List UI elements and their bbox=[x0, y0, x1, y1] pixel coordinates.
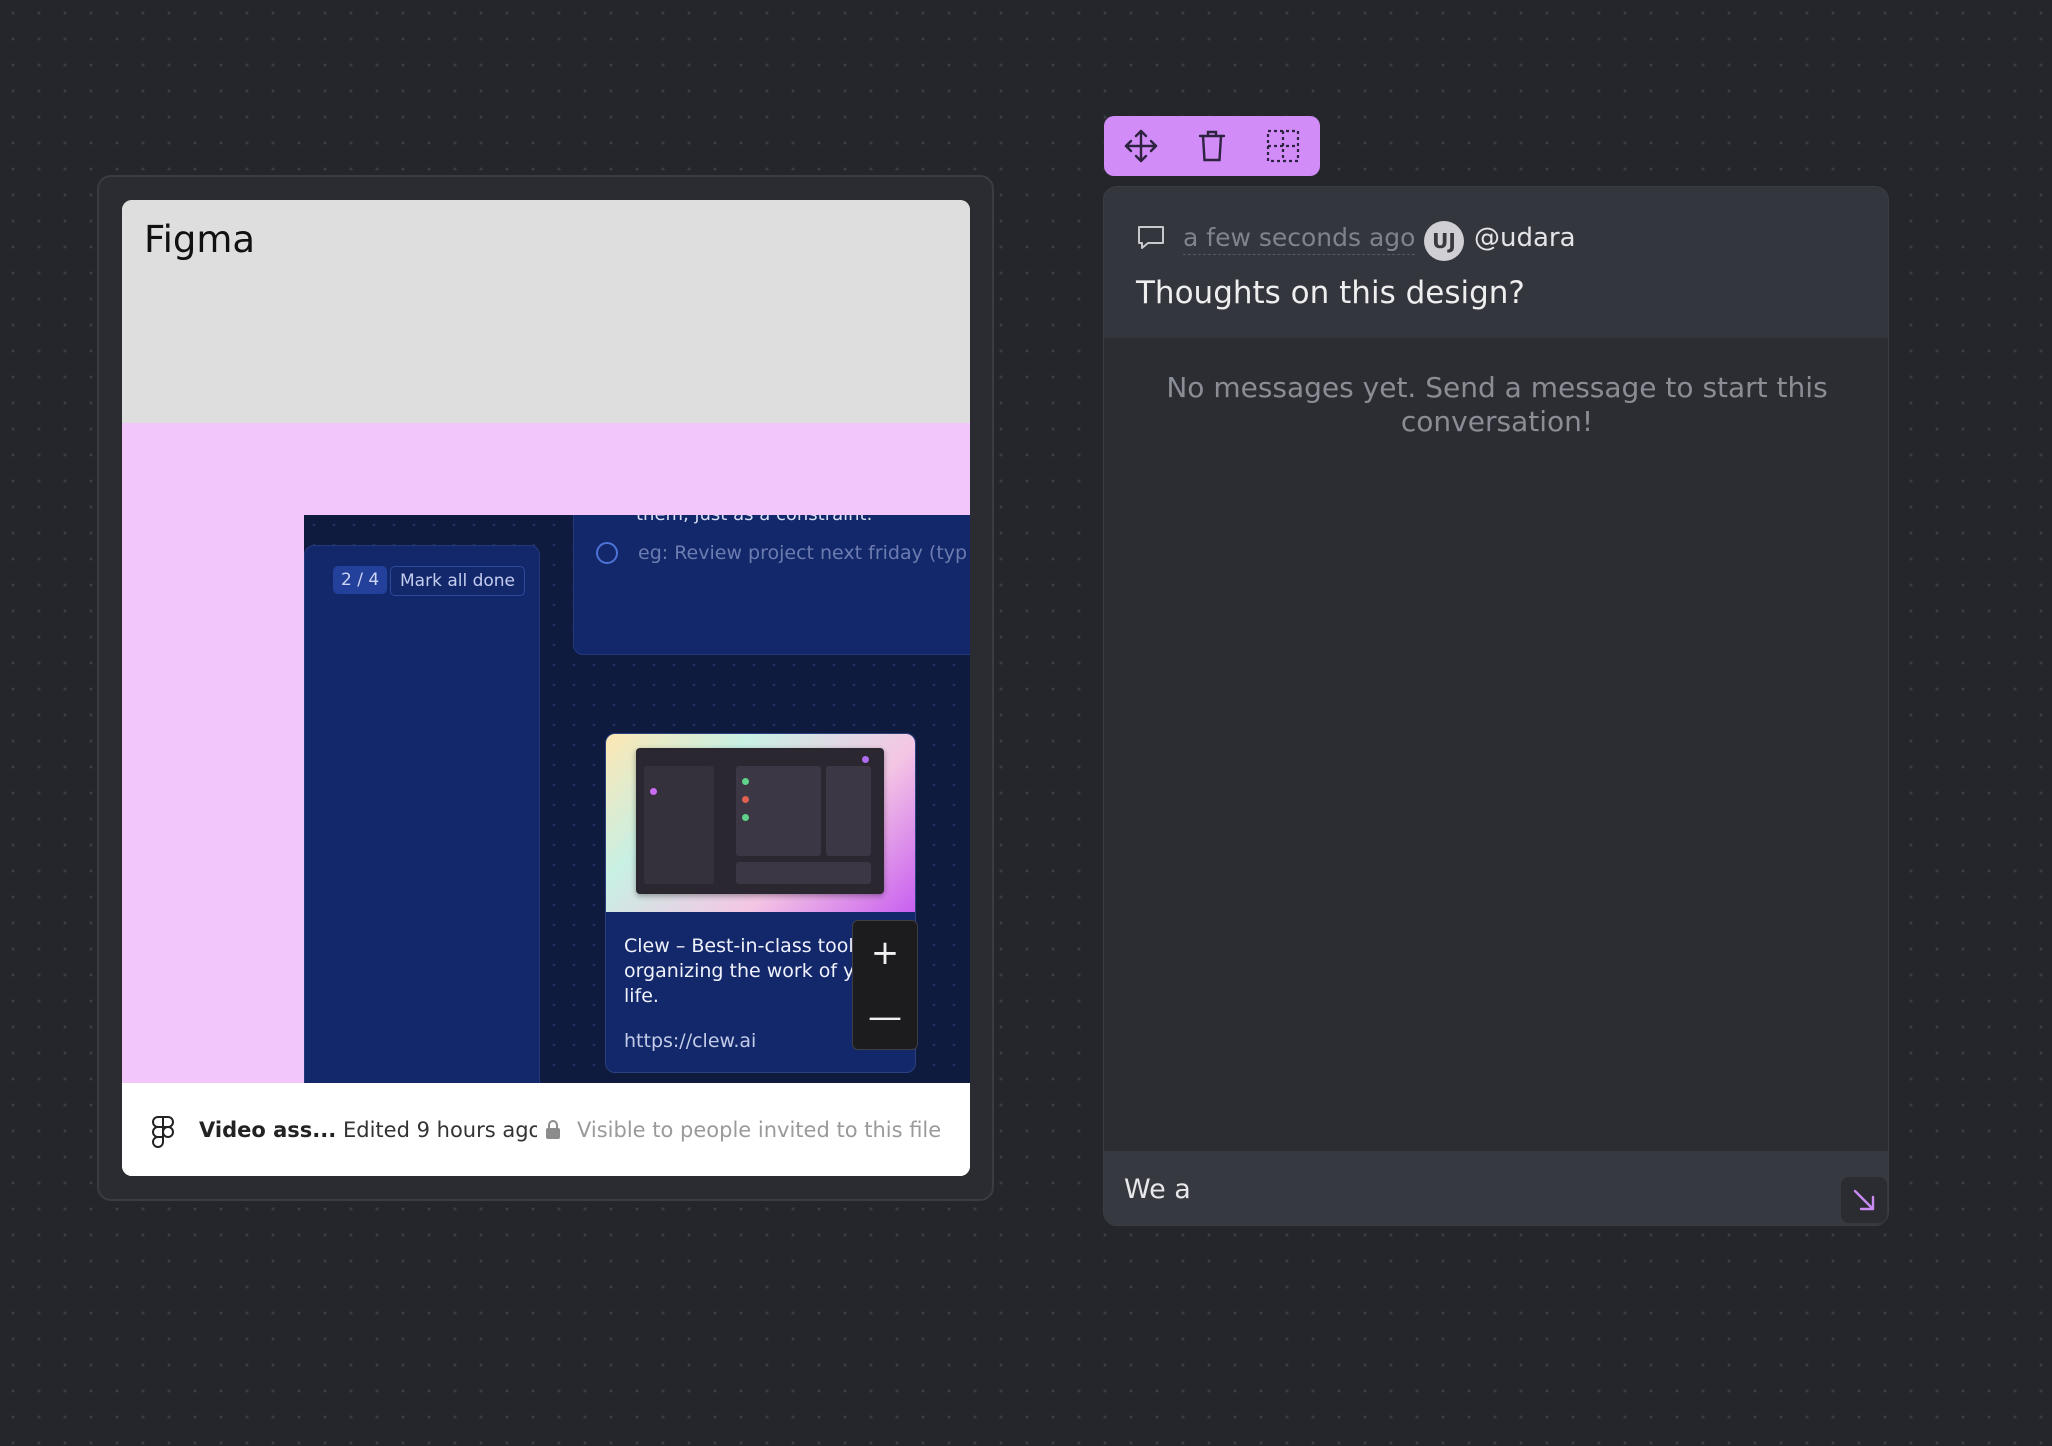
edited-time: Edited 9 hours ago bbox=[343, 1118, 537, 1142]
task-column: 2 / 4 Mark all done bbox=[304, 545, 540, 1083]
zoom-out-button[interactable]: — bbox=[853, 985, 917, 1049]
move-button[interactable] bbox=[1116, 124, 1166, 168]
embed-footer: Video ass... Edited 9 hours ago Visible … bbox=[122, 1083, 970, 1176]
thread-header: a few seconds ago UJ @udara Thoughts on … bbox=[1104, 187, 1888, 338]
zoom-in-button[interactable]: + bbox=[853, 921, 917, 985]
figma-embed-preview[interactable]: Figma 2 / 4 Mark all done them, just as … bbox=[122, 200, 970, 1176]
send-button[interactable] bbox=[1841, 1177, 1887, 1223]
embed-title: Figma bbox=[144, 218, 256, 261]
select-frame-icon bbox=[1266, 129, 1300, 163]
file-name: Video ass... bbox=[199, 1118, 337, 1142]
send-arrow-icon bbox=[1853, 1189, 1875, 1211]
thumbnail-screen bbox=[636, 748, 884, 894]
visibility-text: Visible to people invited to this file bbox=[577, 1118, 942, 1142]
figma-logo-icon bbox=[152, 1116, 174, 1148]
select-frame-button[interactable] bbox=[1258, 124, 1308, 168]
radio-circle-icon bbox=[596, 542, 618, 564]
count-badge: 2 / 4 bbox=[333, 566, 388, 594]
mark-all-done-button: Mark all done bbox=[390, 566, 526, 596]
zoom-controls: + — bbox=[852, 920, 918, 1050]
lock-icon bbox=[546, 1120, 560, 1139]
move-icon bbox=[1124, 129, 1158, 163]
delete-button[interactable] bbox=[1187, 124, 1237, 168]
clipped-text: them, just as a constraint. bbox=[636, 515, 872, 525]
comment-icon bbox=[1138, 226, 1164, 249]
task-placeholder: eg: Review project next friday (typ bbox=[638, 542, 968, 564]
username[interactable]: @udara bbox=[1474, 223, 1576, 253]
link-url: https://clew.ai bbox=[624, 1030, 757, 1052]
task-list-panel: them, just as a constraint. eg: Review p… bbox=[573, 515, 970, 655]
embed-header: Figma bbox=[122, 200, 970, 423]
comment-thread-card[interactable]: a few seconds ago UJ @udara Thoughts on … bbox=[1103, 186, 1889, 1226]
trash-icon bbox=[1198, 130, 1226, 162]
design-canvas: 2 / 4 Mark all done them, just as a cons… bbox=[122, 423, 970, 1083]
empty-messages-text: No messages yet. Send a message to start… bbox=[1166, 371, 1828, 438]
thread-toolbar bbox=[1104, 116, 1320, 176]
message-composer bbox=[1104, 1151, 1888, 1225]
thread-title: Thoughts on this design? bbox=[1136, 275, 1525, 311]
thread-timestamp[interactable]: a few seconds ago bbox=[1183, 223, 1416, 255]
message-input[interactable] bbox=[1122, 1167, 1806, 1211]
figma-embed-card[interactable]: Figma 2 / 4 Mark all done them, just as … bbox=[97, 175, 994, 1201]
link-thumbnail bbox=[606, 734, 915, 912]
avatar[interactable]: UJ bbox=[1424, 221, 1464, 261]
